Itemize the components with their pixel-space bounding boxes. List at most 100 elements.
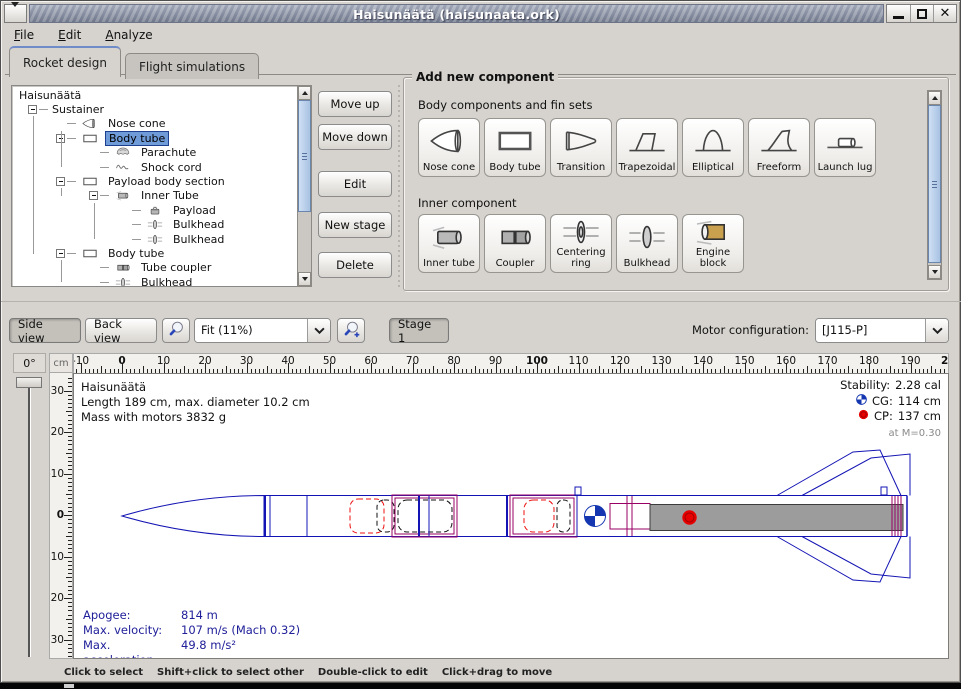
menu-edit[interactable]: Edit [49,26,90,44]
add-transition-button[interactable]: Transition [550,118,612,177]
tree-scrollbar-thumb[interactable] [298,100,311,212]
side-view-button[interactable]: Side view [9,318,81,343]
scroll-down-icon[interactable] [298,272,311,286]
scroll-down-icon[interactable] [928,265,941,279]
tree-item-bulkhead[interactable]: Bulkhead [12,218,297,232]
component-tree[interactable]: HaisunäätäSustainerNose coneBody tubePar… [11,85,297,287]
add-engine-block-button[interactable]: Engine block [682,214,744,273]
add-trapezoidal-button[interactable]: Trapezoidal [616,118,678,177]
add-centering-ring-button[interactable]: Centering ring [550,214,612,273]
zoom-out-button[interactable] [162,318,190,343]
cp-marker [682,510,696,524]
add-elliptical-button[interactable]: Elliptical [682,118,744,177]
tree-item-haisun-t[interactable]: Haisunäätä [12,88,297,102]
scroll-up-icon[interactable] [298,86,311,100]
tree-connector-line [94,203,95,239]
body-tube-icon [493,119,537,163]
chevron-down-icon[interactable] [925,319,948,342]
launch-lug-icon [823,119,867,163]
add-inner-tube-button[interactable]: Inner tube [418,214,480,273]
window-menu-button[interactable] [4,4,27,23]
add-bulkhead-button[interactable]: Bulkhead [616,214,678,273]
ruler-label: 140 [686,355,720,367]
move-down-button[interactable]: Move down [318,124,392,150]
ruler-tick [68,482,72,483]
ruler-tick [68,503,72,504]
rotation-slider-track[interactable] [28,381,30,657]
rocket-canvas[interactable]: Haisunäätä Length 189 cm, max. diameter … [73,373,949,659]
add-body-tube-button[interactable]: Body tube [484,118,546,177]
ruler-label: 50 [313,355,347,367]
tree-connector [67,253,76,254]
tree-expand-icon[interactable] [28,105,37,114]
ruler-tick [516,366,517,373]
tree-item-tube-coupler[interactable]: Tube coupler [12,261,297,275]
tree-connector [132,210,141,211]
tree-item-sustainer[interactable]: Sustainer [12,102,297,116]
tree-item-label: Payload [170,204,219,217]
component-scrollbar[interactable] [927,90,942,280]
tree-item-inner-tube[interactable]: Inner Tube [12,189,297,203]
rotation-slider-thumb[interactable] [16,377,42,388]
maximize-button[interactable] [910,5,933,22]
tree-item-shock-cord[interactable]: Shock cord [12,160,297,174]
ruler-tick [68,478,72,479]
pane-divider[interactable] [397,85,400,287]
close-button[interactable]: ✕ [933,5,956,22]
ruler-tick [64,515,72,516]
zoom-combo[interactable]: Fit (11%) [194,318,331,343]
new-stage-button[interactable]: New stage [318,212,392,238]
add-coupler-button[interactable]: Coupler [484,214,546,273]
add-nose-cone-button[interactable]: Nose cone [418,118,480,177]
tree-expand-icon[interactable] [56,249,65,258]
ruler-tick [66,453,72,454]
minimize-button[interactable] [887,5,910,22]
ruler-label: 20 [51,592,64,604]
ruler-tick [392,366,393,373]
ruler-tick [68,532,72,533]
add-launch-lug-button[interactable]: Launch lug [814,118,876,177]
move-up-button[interactable]: Move up [318,91,392,117]
stage-toggle-button[interactable]: Stage 1 [389,318,449,343]
add-freeform-button[interactable]: Freeform [748,118,810,177]
component-button-label: Centering ring [551,248,611,269]
motor-configuration-combo[interactable]: [J115-P] [815,318,949,343]
tree-item-payload[interactable]: Payload [12,203,297,217]
ruler-tick [309,366,310,373]
delete-button[interactable]: Delete [318,252,392,278]
zoom-in-button[interactable] [337,318,365,343]
title-bar: Haisunäätä (haisunaata.ork) ✕ [4,4,957,23]
tree-item-bulkhead[interactable]: Bulkhead [12,232,297,246]
ruler-tick [68,469,72,470]
tree-expand-icon[interactable] [89,191,98,200]
tree-connector [132,239,141,240]
edit-button[interactable]: Edit [318,171,392,197]
menu-file[interactable]: File [5,26,43,44]
tree-item-payload-body-section[interactable]: Payload body section [12,174,297,188]
tree-item-body-tube[interactable]: Body tube [12,246,297,260]
ruler-tick [226,366,227,373]
ruler-tick [68,424,72,425]
tree-item-parachute[interactable]: Parachute [12,146,297,160]
close-icon: ✕ [940,9,951,19]
ruler-label: 200 [935,355,949,367]
tab-rocket-design[interactable]: Rocket design [9,46,121,77]
back-view-button[interactable]: Back view [85,318,157,343]
menu-analyze[interactable]: Analyze [96,26,161,44]
tree-item-bulkhead[interactable]: Bulkhead [12,275,297,287]
chevron-down-icon[interactable] [307,319,330,342]
title-stripes[interactable]: Haisunäätä (haisunaata.ork) [29,4,884,23]
tree-item-nose-cone[interactable]: Nose cone [12,117,297,131]
tree-item-body-tube[interactable]: Body tube [12,131,297,145]
component-button-label: Elliptical [692,163,734,174]
ruler-tick [724,366,725,373]
ruler-label: 20 [188,355,222,367]
window-menu-icon [11,7,20,21]
scroll-up-icon[interactable] [928,91,941,105]
tree-expand-icon[interactable] [56,177,65,186]
component-scrollbar-thumb[interactable] [928,105,941,263]
ruler-tick [66,494,72,495]
tab-flight-simulations[interactable]: Flight simulations [125,53,259,79]
tree-connector [100,152,109,153]
tree-scrollbar[interactable] [297,85,312,287]
